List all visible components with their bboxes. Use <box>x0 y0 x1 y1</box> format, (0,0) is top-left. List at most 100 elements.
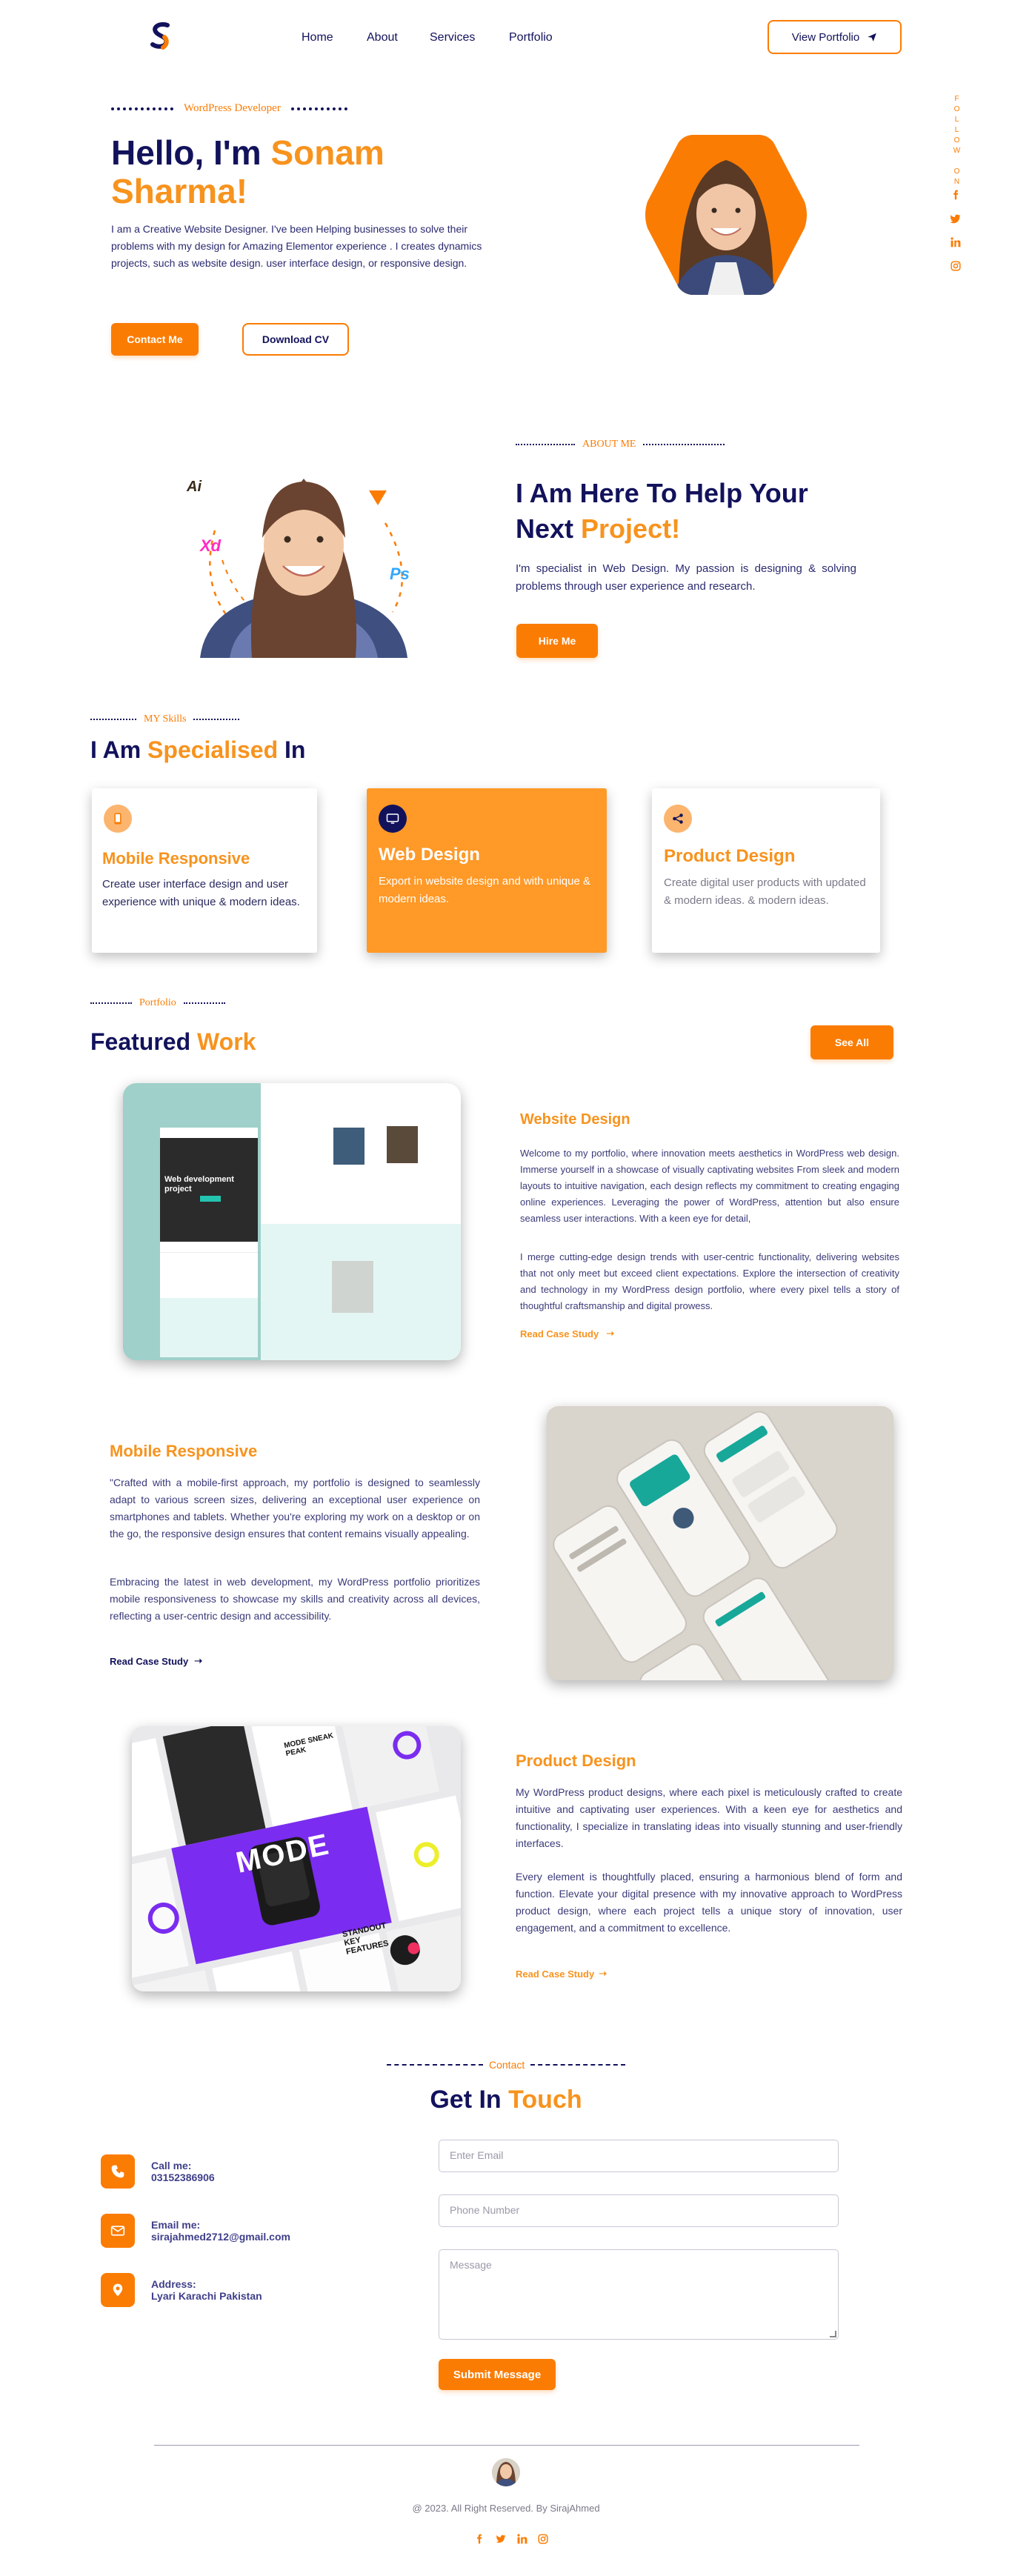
nav-portfolio[interactable]: Portfolio <box>509 31 553 44</box>
footer-social-icons <box>474 2534 548 2544</box>
contact-title-a: Get In <box>430 2086 509 2114</box>
read-case-study-label: Read Case Study <box>110 1655 189 1667</box>
mock-blog-image <box>332 1261 373 1313</box>
view-portfolio-button[interactable]: View Portfolio <box>768 20 902 54</box>
send-icon <box>868 33 877 41</box>
about-description: I'm specialist in Web Design. My passion… <box>516 562 856 593</box>
avatar-portrait <box>492 2458 520 2486</box>
skill-card-product[interactable]: Product Design Create digital user produ… <box>652 788 880 953</box>
skill-card-title: Mobile Responsive <box>102 849 250 868</box>
skills-dash-left <box>90 719 136 720</box>
twitter-icon[interactable] <box>495 2534 507 2544</box>
mock-hero-dark: Web development project <box>160 1138 258 1242</box>
instagram-icon[interactable] <box>538 2534 548 2544</box>
contact-address: Address: Lyari Karachi Pakistan <box>101 2273 262 2307</box>
twitter-icon[interactable] <box>951 213 961 224</box>
portfolio-title-b: Work <box>197 1028 256 1055</box>
message-field[interactable]: Message <box>439 2249 839 2340</box>
nav-services[interactable]: Services <box>430 31 475 44</box>
contact-title: Get In Touch <box>0 2083 1012 2116</box>
portfolio-item-text-1: My WordPress product designs, where each… <box>516 1786 902 1849</box>
portfolio-item-text-2: Embracing the latest in web development,… <box>110 1576 480 1622</box>
portfolio-item-text-1: Welcome to my portfolio, where innovatio… <box>520 1148 899 1224</box>
portfolio-eyebrow-text: Portfolio <box>139 997 176 1008</box>
logo-icon <box>150 22 170 50</box>
mock-hero-button <box>200 1196 221 1202</box>
linkedin-icon[interactable] <box>951 237 961 247</box>
hero-title-name-1: Sonam <box>270 133 385 172</box>
facebook-icon[interactable] <box>474 2534 485 2544</box>
about-title-line1: I Am Here To Help Your <box>516 478 808 508</box>
mock-profile-2 <box>387 1126 418 1163</box>
follow-sidebar: FOLLOW ON <box>951 95 962 188</box>
follow-label: FOLLOW ON <box>953 95 961 188</box>
instagram-icon[interactable] <box>951 261 961 271</box>
about-dash-right <box>643 444 725 445</box>
see-all-button[interactable]: See All <box>810 1025 893 1059</box>
hire-me-button[interactable]: Hire Me <box>516 624 598 658</box>
contact-me-button[interactable]: Contact Me <box>111 323 199 356</box>
nav-home[interactable]: Home <box>302 31 333 44</box>
about-portrait <box>200 479 407 658</box>
mobile-responsive-mockup[interactable] <box>547 1406 893 1680</box>
website-design-mockup[interactable]: Web development project <box>123 1083 461 1360</box>
textarea-resize-handle[interactable] <box>830 2331 836 2337</box>
skills-dash-right <box>193 719 240 720</box>
mock-page-right <box>261 1083 461 1360</box>
facebook-icon[interactable] <box>951 190 961 200</box>
linkedin-icon[interactable] <box>517 2534 527 2544</box>
contact-value: Lyari Karachi Pakistan <box>151 2290 262 2302</box>
portfolio-item-title: Product Design <box>516 1751 636 1770</box>
skill-card-web[interactable]: Web Design Export in website design and … <box>367 788 607 953</box>
contact-title-b: Touch <box>508 2086 582 2114</box>
about-eyebrow-text: ABOUT ME <box>582 439 636 450</box>
read-case-study-link[interactable]: Read Case Study ➝ <box>520 1328 614 1339</box>
portfolio-item-text-2: I merge cutting-edge design trends with … <box>520 1251 899 1311</box>
skill-card-mobile[interactable]: Mobile Responsive Create user interface … <box>92 788 317 953</box>
mock-features <box>160 1252 258 1297</box>
contact-dash-left <box>387 2064 483 2066</box>
about-title: I Am Here To Help Your Next Project! <box>516 476 886 547</box>
about-title-line2-a: Next <box>516 513 582 544</box>
mail-icon <box>101 2214 135 2248</box>
ps-tool-icon: Ps <box>390 565 410 583</box>
footer-copyright: @ 2023. All Right Reserved. By SirajAhme… <box>412 2503 600 2514</box>
email-field[interactable]: Enter Email <box>439 2140 839 2172</box>
mock-section-mint <box>160 1298 258 1357</box>
hero-portrait <box>642 130 810 299</box>
portfolio-title-a: Featured <box>90 1028 198 1055</box>
about-dash-left <box>516 444 575 445</box>
skills-title-b: Specialised <box>147 736 279 763</box>
portfolio-dash-left <box>90 1002 132 1004</box>
read-case-study-label: Read Case Study <box>520 1328 599 1339</box>
phones-illustration <box>553 1411 838 1680</box>
skills-title: I Am Specialised In <box>90 735 305 765</box>
mock-page-left: Web development project <box>160 1128 258 1357</box>
portfolio-item-text-1: "Crafted with a mobile-first approach, m… <box>110 1477 480 1540</box>
contact-label: Call me: <box>151 2160 192 2171</box>
view-portfolio-label: View Portfolio <box>791 30 860 44</box>
follow-icons <box>951 190 961 271</box>
logo[interactable] <box>145 19 178 52</box>
contact-eyebrow-text: Contact <box>489 2059 525 2071</box>
hero-title-name-2: Sharma! <box>111 172 248 210</box>
contact-value: sirajahmed2712@gmail.com <box>151 2231 290 2243</box>
download-cv-button[interactable]: Download CV <box>242 323 349 356</box>
skill-card-title: Web Design <box>379 845 480 865</box>
read-case-study-label: Read Case Study <box>516 1968 595 1980</box>
arrow-right-icon: ➝ <box>606 1328 615 1339</box>
skills-title-c: In <box>278 736 306 763</box>
mock-hero-text: Web development project <box>164 1175 234 1194</box>
submit-message-button[interactable]: Submit Message <box>439 2359 556 2390</box>
contact-label: Address: <box>151 2278 196 2290</box>
portrait-hexagon <box>645 135 807 295</box>
hero-title: Hello, I'm Sonam Sharma! <box>111 133 526 210</box>
nav-about[interactable]: About <box>367 31 398 44</box>
read-case-study-link[interactable]: Read Case Study ➝ <box>516 1968 607 1980</box>
about-eyebrow: ABOUT ME <box>516 439 725 450</box>
read-case-study-link[interactable]: Read Case Study ➝ <box>110 1655 202 1667</box>
eyebrow-dots-left <box>111 107 173 110</box>
phone-icon <box>101 2154 135 2189</box>
phone-field[interactable]: Phone Number <box>439 2194 839 2227</box>
product-design-mockup[interactable]: MODE MODE SNEAK PEAK STANDOUT KEY FEATUR… <box>132 1726 461 1991</box>
